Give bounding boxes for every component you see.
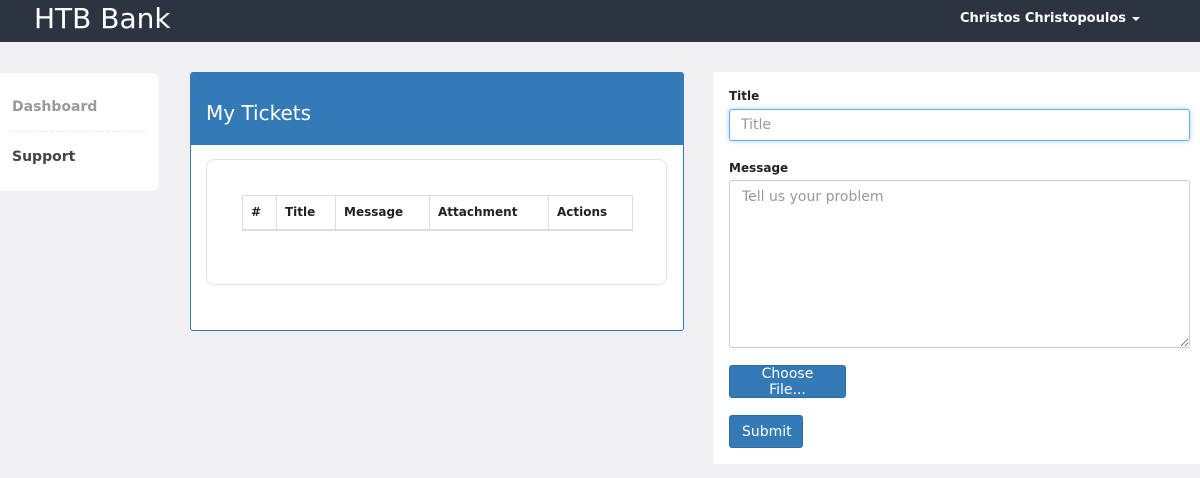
table-header-row: # Title Message Attachment Actions: [242, 195, 633, 231]
choose-file-button[interactable]: Choose File...: [729, 365, 846, 398]
user-menu-dropdown[interactable]: Christos Christopoulos: [960, 11, 1140, 26]
brand-title[interactable]: HTB Bank: [34, 2, 171, 35]
message-textarea[interactable]: [729, 180, 1190, 348]
column-header-title: Title: [276, 195, 336, 231]
submit-button[interactable]: Submit: [729, 415, 803, 448]
user-name: Christos Christopoulos: [960, 11, 1126, 26]
tickets-table: # Title Message Attachment Actions: [242, 195, 633, 231]
column-header-number: #: [242, 195, 277, 231]
column-header-message: Message: [335, 195, 430, 231]
column-header-actions: Actions: [548, 195, 633, 231]
caret-down-icon: [1132, 17, 1140, 21]
sidebar-divider: [10, 131, 145, 132]
panel-heading: My Tickets: [191, 73, 683, 145]
tickets-table-card: # Title Message Attachment Actions: [206, 159, 667, 285]
message-label: Message: [729, 161, 789, 175]
title-input[interactable]: [729, 109, 1190, 141]
sidebar: Dashboard Support: [0, 73, 159, 191]
new-ticket-form: Title Message Choose File... Submit: [713, 72, 1200, 464]
title-label: Title: [729, 89, 760, 103]
column-header-attachment: Attachment: [429, 195, 549, 231]
top-navbar: HTB Bank Christos Christopoulos: [0, 0, 1200, 42]
my-tickets-panel: My Tickets # Title Message Attachment Ac…: [190, 72, 684, 331]
sidebar-item-support[interactable]: Support: [12, 149, 75, 165]
sidebar-item-dashboard[interactable]: Dashboard: [12, 99, 97, 115]
